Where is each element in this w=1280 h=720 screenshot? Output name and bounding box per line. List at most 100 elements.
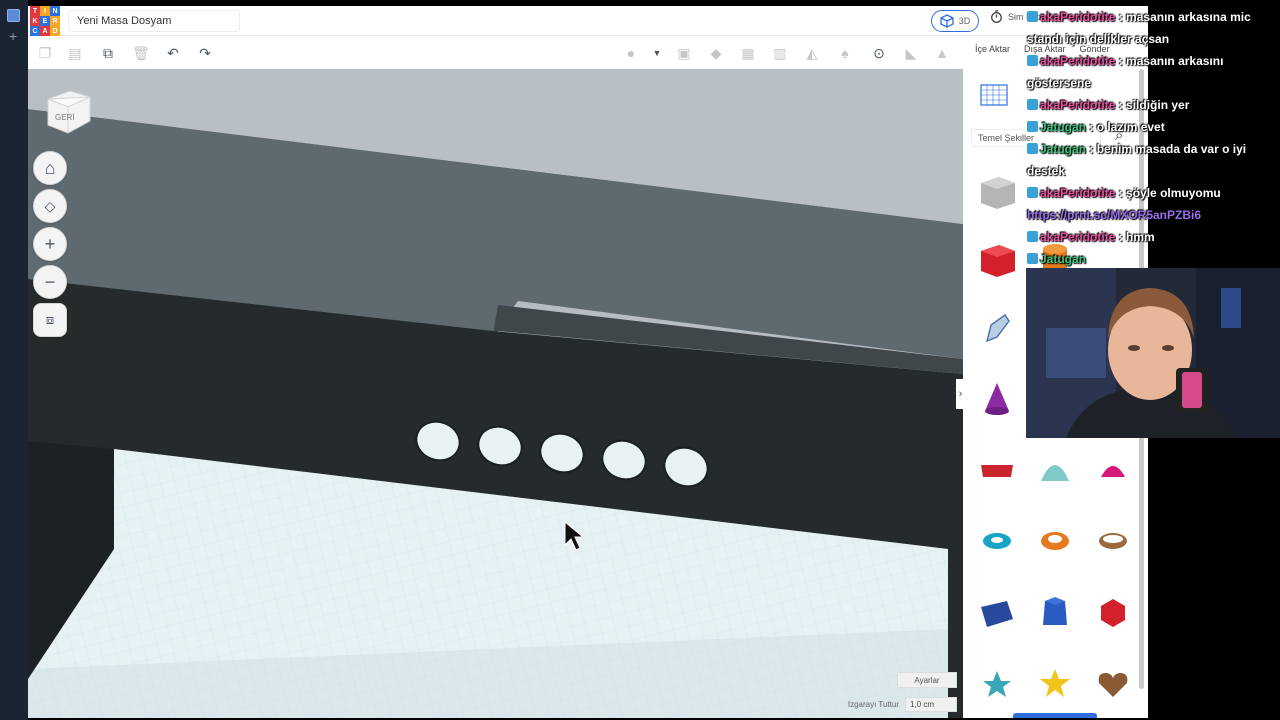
shape-polygon[interactable] xyxy=(1091,591,1135,635)
chat-separator: : xyxy=(1115,230,1127,244)
plus-icon: + xyxy=(44,233,56,254)
dropdown-icon[interactable]: ▼ xyxy=(648,44,666,62)
chat-message-continued: destek xyxy=(1027,164,1066,178)
logo-letter: K xyxy=(30,16,40,26)
ortho-view-button[interactable]: ⧈ xyxy=(33,303,67,337)
paste-icon[interactable]: ▤ xyxy=(66,44,84,62)
mirror-icon[interactable]: ◭ xyxy=(803,44,821,62)
minus-icon: − xyxy=(44,271,56,292)
chat-separator: : xyxy=(1086,142,1097,156)
delete-icon[interactable]: 🗑 xyxy=(132,44,150,62)
cube-icon xyxy=(940,14,954,28)
chat-link[interactable]: https://prnt.sc/MXOR5anPZBi6 xyxy=(1027,208,1201,222)
grid-snap-select[interactable]: 1,0 cm xyxy=(905,697,957,712)
ring-icon xyxy=(1099,533,1127,549)
prism-icon xyxy=(1043,597,1067,625)
home-icon: ⌂ xyxy=(44,157,56,178)
group-icon[interactable]: ▣ xyxy=(675,44,693,62)
shape-text[interactable] xyxy=(975,449,1019,493)
logo-letter: D xyxy=(50,26,60,36)
box-hole-icon xyxy=(981,177,1015,209)
shape-box[interactable] xyxy=(975,237,1019,281)
shape-star[interactable] xyxy=(1033,661,1077,705)
star-teal-icon xyxy=(983,671,1011,697)
panel-bottom-indicator xyxy=(1013,713,1097,718)
scene-render[interactable] xyxy=(28,69,963,718)
shape-prism[interactable] xyxy=(1033,591,1077,635)
document-title[interactable]: Yeni Masa Dosyam xyxy=(68,10,240,32)
os-side-strip: + xyxy=(0,0,28,720)
edit-toolbar: ❐ ▤ ⧉ 🗑 ↶ ↷ ● ▼ ▣ ◆ ▦ ▥ ◭ ♠ ⊙ ◣ ▲ xyxy=(28,37,963,69)
chat-username: akaPeridotite xyxy=(1040,10,1116,24)
tinkercad-logo[interactable]: TINKERCAD xyxy=(30,6,60,36)
chat-separator: : xyxy=(1115,10,1127,24)
wedge-icon xyxy=(981,601,1013,627)
chat-text: şöyle olmuyomu xyxy=(1126,186,1221,200)
shape-ring[interactable] xyxy=(1091,517,1135,561)
chat-text: o lazım evet xyxy=(1096,120,1165,134)
chat-text: masanın arkasını xyxy=(1126,54,1224,68)
chat-separator: : xyxy=(1115,186,1127,200)
collapse-panel-button[interactable]: › xyxy=(956,379,965,409)
badge-icon xyxy=(1027,253,1038,264)
shape-heart[interactable] xyxy=(1091,661,1135,705)
shape-wedge[interactable] xyxy=(975,591,1019,635)
shape-cone[interactable] xyxy=(975,377,1019,421)
ruler-icon[interactable]: ◣ xyxy=(902,44,920,62)
3d-viewport[interactable]: GERİ ⌂ ◇ + − ⧈ Ayarlar Izgarayı Tuttur 1… xyxy=(28,69,963,718)
zoom-out-button[interactable]: − xyxy=(33,265,67,299)
chat-message: akaPeridotite : hmm xyxy=(1027,226,1155,248)
chat-username: akaPeridotite xyxy=(1040,54,1116,68)
shape-sphere[interactable] xyxy=(1091,449,1135,493)
fit-view-button[interactable]: ◇ xyxy=(33,189,67,223)
chat-username: Jatugan xyxy=(1040,120,1087,134)
align2-icon[interactable]: ▥ xyxy=(771,44,789,62)
chat-username: akaPeridotite xyxy=(1040,98,1116,112)
settings-button[interactable]: Ayarlar xyxy=(897,672,957,688)
light-icon[interactable]: ● xyxy=(622,44,640,62)
badge-icon xyxy=(1027,55,1038,66)
heart-icon xyxy=(1098,673,1128,697)
fit-icon: ◇ xyxy=(44,197,56,214)
workplane-grid-icon[interactable] xyxy=(979,79,1009,109)
shape-torus[interactable] xyxy=(975,517,1019,561)
badge-icon xyxy=(1027,143,1038,154)
torus-icon xyxy=(983,533,1011,549)
align-icon[interactable]: ▦ xyxy=(739,44,757,62)
chat-username: Jatugan xyxy=(1040,142,1087,156)
logo-letter: C xyxy=(30,26,40,36)
grid-snap-control: Izgarayı Tuttur 1,0 cm xyxy=(848,697,957,712)
chat-username: Jatugan xyxy=(1040,252,1087,266)
workplane-icon[interactable]: ⊙ xyxy=(870,44,888,62)
cone-icon xyxy=(985,383,1009,415)
shape-scribble[interactable] xyxy=(975,305,1019,349)
duplicate-icon[interactable]: ⧉ xyxy=(99,44,117,62)
shape-tube[interactable] xyxy=(1033,517,1077,561)
add-icon[interactable]: + xyxy=(9,28,17,44)
tab-import[interactable]: İçe Aktar xyxy=(975,44,1010,62)
chat-message-continued: göstersene xyxy=(1027,76,1092,90)
shape-half-sphere[interactable] xyxy=(1033,449,1077,493)
chat-separator: : xyxy=(1086,120,1097,134)
home-view-button[interactable]: ⌂ xyxy=(33,151,67,185)
chat-text: masanın arkasına mic xyxy=(1126,10,1251,24)
redo-icon[interactable]: ↷ xyxy=(196,44,214,62)
cruise-icon[interactable]: ♠ xyxy=(836,44,854,62)
copy-icon[interactable]: ❐ xyxy=(36,44,54,62)
app-icon[interactable] xyxy=(7,9,20,22)
chat-separator: : xyxy=(1115,98,1127,112)
view-3d-button[interactable]: 3D xyxy=(931,10,979,32)
webcam-feed xyxy=(1026,268,1280,438)
undo-icon[interactable]: ↶ xyxy=(164,44,182,62)
badge-icon xyxy=(1027,187,1038,198)
notes-icon[interactable]: ▲ xyxy=(933,44,951,62)
zoom-in-button[interactable]: + xyxy=(33,227,67,261)
badge-icon xyxy=(1027,121,1038,132)
view-cube[interactable]: GERİ xyxy=(44,89,92,137)
shape-box-hole[interactable] xyxy=(975,169,1019,213)
badge-icon xyxy=(1027,11,1038,22)
ungroup-icon[interactable]: ◆ xyxy=(707,44,725,62)
shape-star-teal[interactable] xyxy=(975,661,1019,705)
ortho-icon: ⧈ xyxy=(45,312,55,327)
logo-letter: I xyxy=(40,6,50,16)
